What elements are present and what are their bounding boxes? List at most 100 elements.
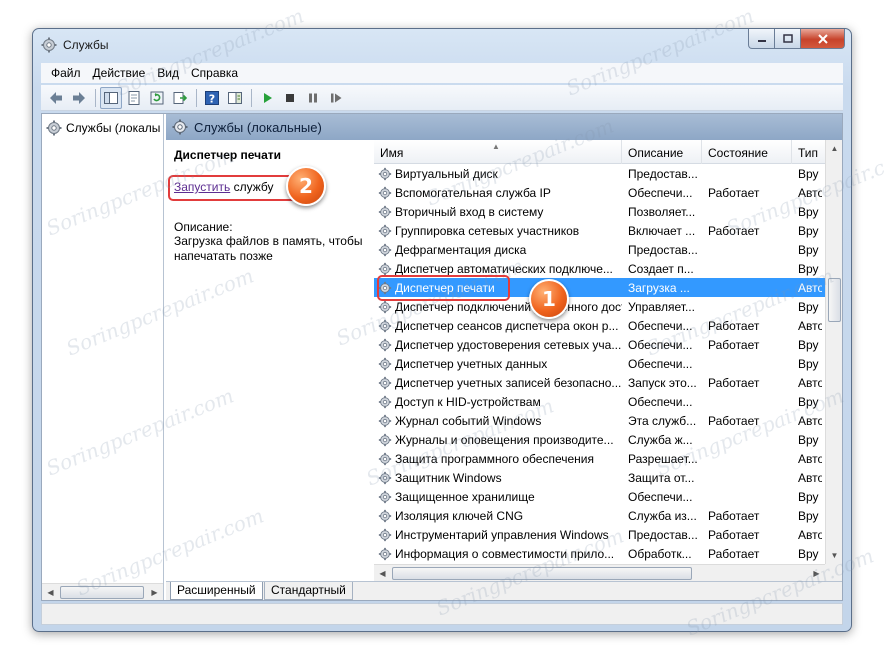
service-status: Работает xyxy=(708,375,760,390)
scroll-right-icon[interactable]: ▶ xyxy=(146,584,163,600)
help-icon: ? xyxy=(205,90,219,105)
service-gear-icon xyxy=(378,205,392,218)
service-row[interactable]: Группировка сетевых участников Включает .… xyxy=(374,221,825,240)
minimize-button[interactable] xyxy=(748,29,775,49)
menu-help[interactable]: Справка xyxy=(185,66,244,80)
back-button[interactable] xyxy=(45,87,67,109)
scroll-right-icon[interactable]: ▶ xyxy=(808,565,825,582)
service-startup-type: Вру xyxy=(798,223,819,238)
service-row[interactable]: Диспетчер удостоверения сетевых уча... Об… xyxy=(374,335,825,354)
service-gear-icon xyxy=(378,528,392,541)
service-description: Предостав... xyxy=(628,242,698,257)
scroll-thumb[interactable] xyxy=(392,567,692,580)
service-description: Позволяет... xyxy=(628,204,696,219)
service-name: Группировка сетевых участников xyxy=(374,224,622,238)
action-pane-button[interactable] xyxy=(224,87,246,109)
scrollbar-corner xyxy=(825,564,842,581)
service-row[interactable]: Дефрагментация диска Предостав... Вру xyxy=(374,240,825,259)
service-status: Работает xyxy=(708,527,760,542)
service-name-text: Информация о совместимости прило... xyxy=(395,546,615,561)
service-gear-icon xyxy=(378,262,392,275)
title-bar[interactable]: Службы xyxy=(33,29,851,59)
scroll-down-icon[interactable]: ▼ xyxy=(826,547,843,564)
tree-item-services-local[interactable]: Службы (локалы xyxy=(46,120,160,136)
column-header-type[interactable]: Тип xyxy=(792,140,822,164)
service-row[interactable]: Информация о совместимости прило... Обраб… xyxy=(374,544,825,563)
service-row[interactable]: Виртуальный диск Предостав... Вру xyxy=(374,164,825,183)
column-header-status[interactable]: Состояние xyxy=(702,140,792,164)
column-header-name[interactable]: Имя ▲ xyxy=(374,140,622,164)
forward-button[interactable] xyxy=(68,87,90,109)
service-name: Виртуальный диск xyxy=(374,167,622,181)
service-startup-type: Вру xyxy=(798,489,819,504)
list-vertical-scrollbar[interactable]: ▲ ▼ xyxy=(825,140,842,564)
pause-service-button[interactable] xyxy=(302,87,324,109)
export-list-button[interactable] xyxy=(169,87,191,109)
service-name-text: Диспетчер автоматических подключе... xyxy=(395,261,613,276)
service-row[interactable]: Диспетчер сеансов диспетчера окон р... Об… xyxy=(374,316,825,335)
tab-standard[interactable]: Стандартный xyxy=(264,582,353,600)
service-description: Обработк... xyxy=(628,546,692,561)
service-row[interactable]: Вторичный вход в систему Позволяет... Вру xyxy=(374,202,825,221)
service-gear-icon xyxy=(378,338,392,351)
extended-description-pane: Диспетчер печати Запустить службу Описан… xyxy=(166,140,374,581)
menu-view[interactable]: Вид xyxy=(151,66,185,80)
help-button[interactable]: ? xyxy=(201,87,223,109)
service-description: Включает ... xyxy=(628,223,696,238)
service-name-text: Журналы и оповещения производите... xyxy=(395,432,614,447)
tree-item-label: Службы (локалы xyxy=(66,121,161,135)
scroll-thumb[interactable] xyxy=(828,278,841,322)
service-startup-type: Авто xyxy=(798,375,822,390)
service-name: Информация о совместимости прило... xyxy=(374,547,622,561)
sort-ascending-icon: ▲ xyxy=(492,142,500,151)
menu-action[interactable]: Действие xyxy=(87,66,152,80)
restart-service-button[interactable] xyxy=(325,87,347,109)
service-row[interactable]: Диспетчер учетных записей безопасно... За… xyxy=(374,373,825,392)
service-description: Предостав... xyxy=(628,166,698,181)
scroll-thumb[interactable] xyxy=(60,586,144,599)
window-controls xyxy=(748,29,845,49)
tree-horizontal-scrollbar[interactable]: ◀ ▶ xyxy=(42,583,163,600)
menu-bar: Файл Действие Вид Справка xyxy=(41,63,843,83)
service-row[interactable]: Доступ к HID-устройствам Обеспечи... Вру xyxy=(374,392,825,411)
tab-extended[interactable]: Расширенный xyxy=(170,582,263,600)
minimize-icon xyxy=(757,39,766,42)
service-gear-icon xyxy=(378,224,392,237)
console-tree-button[interactable] xyxy=(100,86,122,109)
refresh-button[interactable] xyxy=(146,87,168,109)
service-gear-icon xyxy=(378,167,392,180)
service-row[interactable]: Вспомогательная служба IP Обеспечи... Рабо… xyxy=(374,183,825,202)
service-row[interactable]: Диспетчер учетных данных Обеспечи... Вру xyxy=(374,354,825,373)
service-row[interactable]: Журналы и оповещения производите... Служб… xyxy=(374,430,825,449)
service-row[interactable]: Защитник Windows Защита от... Авто xyxy=(374,468,825,487)
service-name: Инструментарий управления Windows xyxy=(374,528,622,542)
service-startup-type: Авто xyxy=(798,280,822,295)
service-row[interactable]: Журнал событий Windows Эта служб... Работа… xyxy=(374,411,825,430)
description-text: Загрузка файлов в память, чтобы напечата… xyxy=(174,234,363,263)
close-button[interactable] xyxy=(801,29,845,49)
column-header-description[interactable]: Описание xyxy=(622,140,702,164)
service-gear-icon xyxy=(378,547,392,560)
service-row[interactable]: Защита программного обеспечения Разрешает… xyxy=(374,449,825,468)
service-name-text: Защитник Windows xyxy=(395,470,502,485)
service-startup-type: Авто xyxy=(798,527,822,542)
service-startup-type: Вру xyxy=(798,242,819,257)
service-row[interactable]: Защищенное хранилище Обеспечи... Вру xyxy=(374,487,825,506)
properties-sheet-button[interactable] xyxy=(123,87,145,109)
stop-service-button[interactable] xyxy=(279,87,301,109)
scroll-up-icon[interactable]: ▲ xyxy=(826,140,843,157)
maximize-icon xyxy=(782,34,793,43)
service-name: Диспетчер автоматических подключе... xyxy=(374,262,622,276)
maximize-button[interactable] xyxy=(775,29,801,49)
service-description: Обеспечи... xyxy=(628,356,693,371)
services-window: Службы Файл Действие Вид Справка ? Служб… xyxy=(32,28,852,632)
menu-file[interactable]: Файл xyxy=(41,66,87,80)
console-tree: Службы (локалы ◀ ▶ xyxy=(42,114,164,600)
list-horizontal-scrollbar[interactable]: ◀ ▶ xyxy=(374,564,825,581)
service-row[interactable]: Изоляция ключей CNG Служба из... Работает В… xyxy=(374,506,825,525)
service-row[interactable]: Инструментарий управления Windows Предост… xyxy=(374,525,825,544)
scroll-left-icon[interactable]: ◀ xyxy=(42,584,59,600)
scroll-left-icon[interactable]: ◀ xyxy=(374,565,391,582)
start-service-button[interactable] xyxy=(256,87,278,109)
toolbar-separator xyxy=(196,88,197,107)
